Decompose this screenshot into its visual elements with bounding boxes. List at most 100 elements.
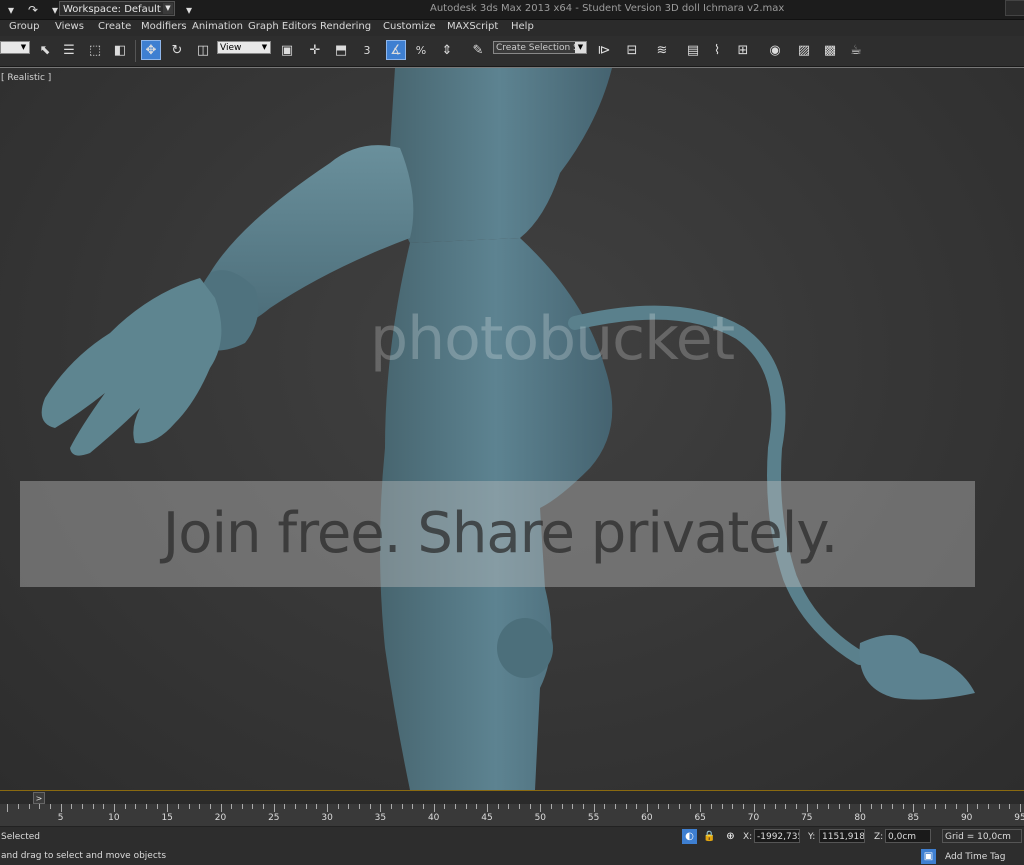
add-time-tag-button[interactable]: Add Time Tag	[942, 849, 1022, 863]
rectangular-selection-icon[interactable]: ⬚	[85, 40, 105, 60]
ruler-tick	[518, 804, 520, 809]
menu-customize[interactable]: Customize	[383, 21, 436, 32]
ruler-tick	[49, 804, 51, 809]
menu-rendering[interactable]: Rendering	[320, 21, 371, 32]
ruler-tick	[710, 804, 712, 809]
ruler-tick	[327, 804, 329, 812]
select-by-name-icon[interactable]: ☰	[59, 40, 79, 60]
workspace-dropdown[interactable]: Workspace: Default ▼	[59, 1, 175, 16]
align-icon[interactable]: ⊟	[622, 40, 642, 60]
time-slider[interactable]: >	[0, 790, 1024, 805]
viewport-perspective[interactable]: [ Realistic ] photobucket Join free. Sha…	[0, 67, 1024, 790]
spinner-snap-icon[interactable]: ⇕	[437, 40, 457, 60]
window-crossing-icon[interactable]: ◧	[110, 40, 130, 60]
graphite-ribbon-icon[interactable]: ▤	[683, 40, 703, 60]
ruler-label: 55	[587, 813, 600, 823]
minimize-button[interactable]	[1005, 0, 1024, 16]
ruler-tick	[103, 804, 105, 809]
select-and-rotate-icon[interactable]: ↻	[167, 40, 187, 60]
doll-tail-tip	[859, 635, 975, 700]
manipulate-icon[interactable]: ✛	[305, 40, 325, 60]
ruler-tick	[977, 804, 979, 809]
menu-bar: Group Views Create Modifiers Animation G…	[0, 20, 1024, 36]
ruler-tick	[7, 804, 9, 812]
render-setup-icon[interactable]: ▨	[794, 40, 814, 60]
ruler-label: 70	[747, 813, 760, 823]
z-coordinate-field[interactable]: 0,0cm	[885, 829, 931, 843]
snaps-toggle-icon[interactable]: 3	[357, 40, 377, 60]
layer-manager-icon[interactable]: ≋	[652, 40, 672, 60]
ruler-tick	[156, 804, 158, 809]
time-tag-icon[interactable]: ▣	[921, 849, 936, 864]
chevron-down-icon: ▼	[259, 42, 270, 53]
track-bar[interactable]: 5 10 15 20 25 30 35 40 45 50 55 60 65 70 75 80 85 90 95	[0, 804, 1024, 827]
doll-model[interactable]	[0, 68, 1024, 790]
ruler-tick	[625, 804, 627, 809]
ruler-tick	[369, 804, 371, 809]
ruler-tick	[998, 804, 1000, 809]
ruler-label: 20	[214, 813, 227, 823]
ruler-tick	[92, 804, 94, 809]
ruler-label: 5	[57, 813, 64, 823]
angle-snap-icon[interactable]: ∡	[386, 40, 406, 60]
select-and-move-icon[interactable]: ✥	[141, 40, 161, 60]
ruler-label: 80	[854, 813, 866, 823]
menu-views[interactable]: Views	[55, 21, 84, 32]
rendered-frame-window-icon[interactable]: ▩	[820, 40, 840, 60]
ruler-tick	[593, 804, 595, 812]
ruler-tick	[604, 804, 606, 809]
selection-filter-dropdown[interactable]: ▼	[0, 41, 30, 54]
pivot-center-icon[interactable]: ▣	[277, 40, 297, 60]
undo-dropdown-icon[interactable]: ▾	[2, 1, 20, 18]
isolate-selection-icon[interactable]: ◐	[682, 829, 697, 844]
y-coordinate-field[interactable]: 1151,918c	[819, 829, 865, 843]
absolute-transform-icon[interactable]: ⊕	[723, 829, 738, 844]
x-coordinate-field[interactable]: -1992,735c	[754, 829, 800, 843]
ruler-label: 75	[801, 813, 813, 823]
render-production-icon[interactable]: ☕	[846, 40, 866, 60]
ruler-tick	[550, 804, 552, 809]
material-editor-icon[interactable]: ◉	[765, 40, 785, 60]
ruler-tick	[412, 804, 414, 809]
menu-group[interactable]: Group	[9, 21, 39, 32]
workspace-options-icon[interactable]: ▾	[180, 1, 198, 18]
ruler-tick	[241, 804, 243, 809]
chevron-down-icon: ▼	[575, 42, 586, 53]
ruler-tick	[39, 804, 41, 809]
ruler-tick	[273, 804, 275, 812]
percent-snap-icon[interactable]: %	[411, 40, 431, 60]
ruler-label: 40	[427, 813, 440, 823]
grid-size: Grid = 10,0cm	[942, 829, 1022, 843]
edit-named-selection-icon[interactable]: ✎	[468, 40, 488, 60]
ruler-tick	[508, 804, 510, 809]
lock-selection-icon[interactable]: 🔒	[702, 829, 717, 844]
menu-help[interactable]: Help	[511, 21, 534, 32]
ruler-tick	[135, 804, 137, 809]
select-and-scale-icon[interactable]: ◫	[193, 40, 213, 60]
ruler-tick	[145, 804, 147, 809]
ruler-tick	[167, 804, 169, 812]
mirror-icon[interactable]: ⧐	[594, 40, 614, 60]
named-selection-sets-dropdown[interactable]: Create Selection Se ▼	[493, 41, 587, 54]
time-slider-handle[interactable]: >	[33, 792, 45, 804]
ruler-tick	[305, 804, 307, 809]
reference-coordinate-dropdown[interactable]: View ▼	[217, 41, 271, 54]
menu-create[interactable]: Create	[98, 21, 131, 32]
menu-modifiers[interactable]: Modifiers	[141, 21, 187, 32]
ruler-tick	[582, 804, 584, 809]
keyboard-shortcut-override-icon[interactable]: ⬒	[331, 40, 351, 60]
ruler-tick	[71, 804, 73, 809]
ruler-tick	[721, 804, 723, 809]
curve-editor-icon[interactable]: ⌇	[707, 40, 727, 60]
ruler-tick	[1020, 804, 1021, 812]
schematic-view-icon[interactable]: ⊞	[733, 40, 753, 60]
redo-icon[interactable]: ↷	[24, 1, 42, 18]
menu-animation[interactable]: Animation	[192, 21, 243, 32]
ruler-tick	[188, 804, 190, 809]
select-object-icon[interactable]: ⬉	[35, 40, 55, 60]
menu-graph-editors[interactable]: Graph Editors	[248, 21, 317, 32]
ruler-tick	[28, 804, 30, 809]
ruler-tick	[689, 804, 691, 809]
menu-maxscript[interactable]: MAXScript	[447, 21, 498, 32]
ruler-tick	[177, 804, 179, 809]
